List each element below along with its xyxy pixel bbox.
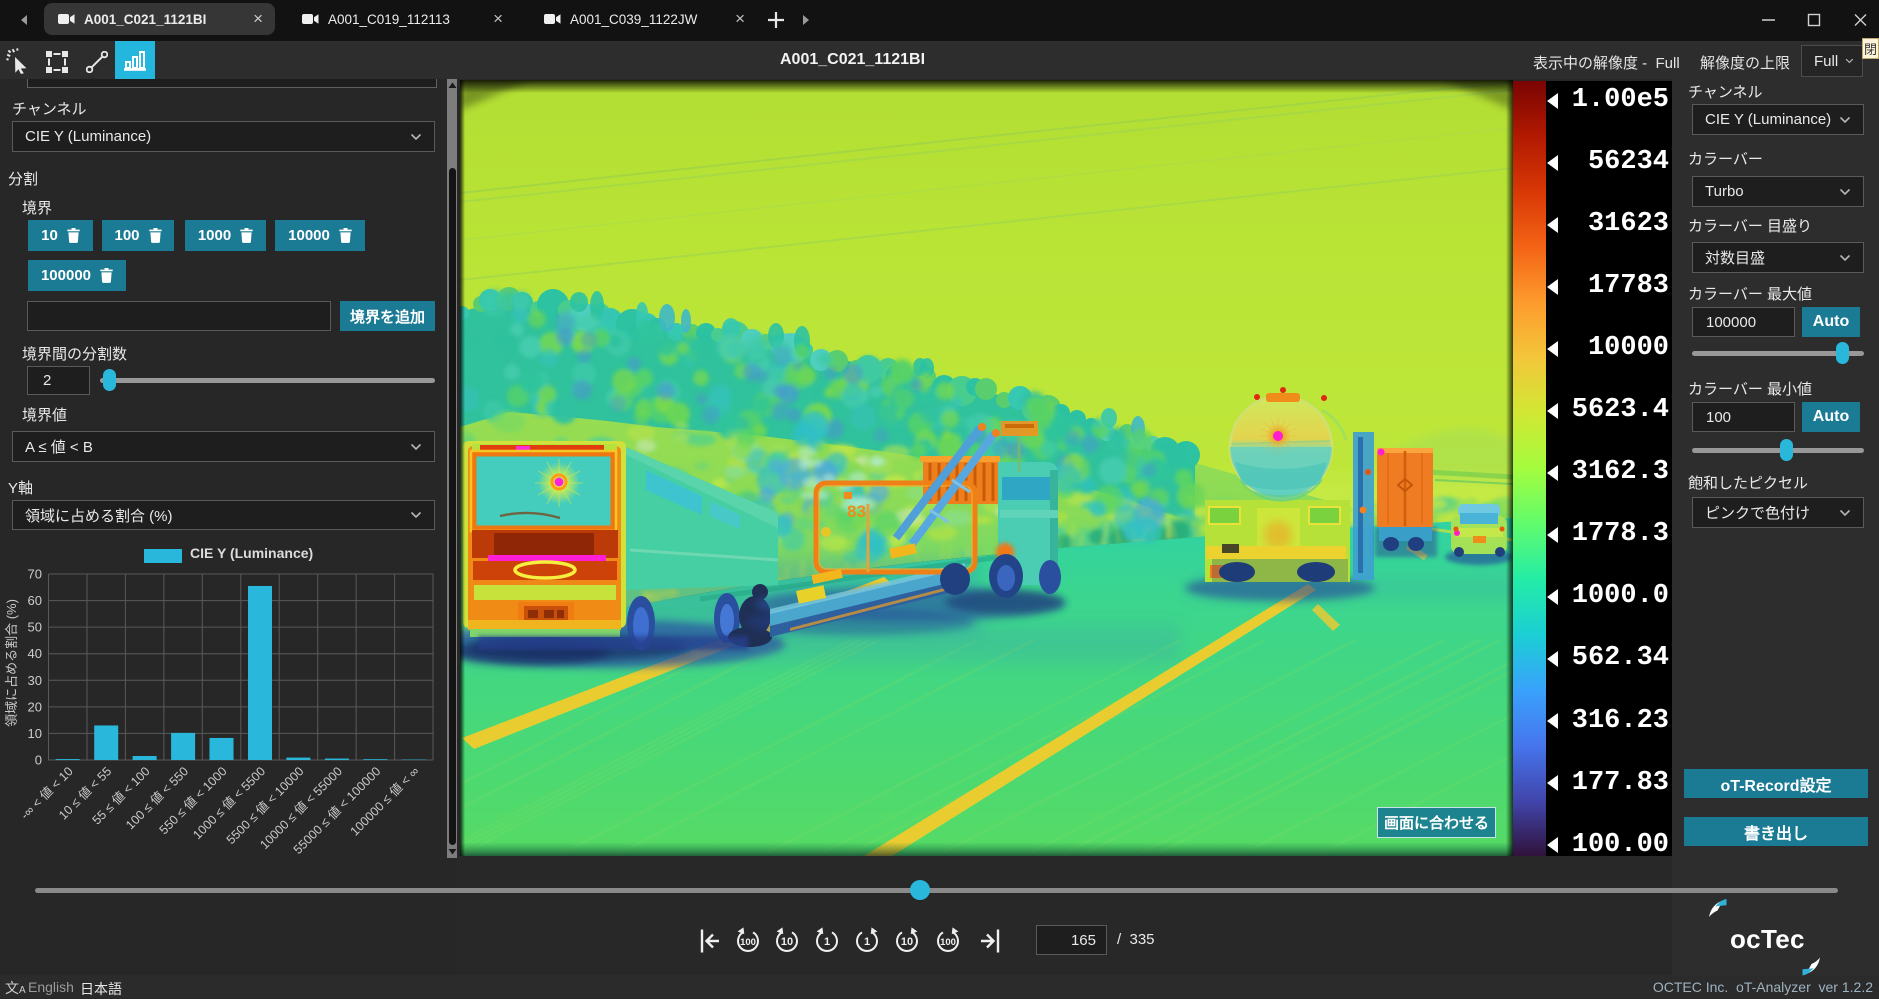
svg-text:10: 10 xyxy=(901,936,913,948)
svg-text:60: 60 xyxy=(28,593,42,608)
svg-text:0: 0 xyxy=(35,753,42,768)
svg-text:100: 100 xyxy=(740,937,756,948)
svg-text:20: 20 xyxy=(28,699,42,714)
svg-text:100000 ≤ 値 < ∞: 100000 ≤ 値 < ∞ xyxy=(347,763,422,838)
svg-text:1000 ≤ 値 < 5500: 1000 ≤ 値 < 5500 xyxy=(190,763,269,842)
svg-text:1: 1 xyxy=(864,936,870,948)
svg-text:領域に占める割合 (%): 領域に占める割合 (%) xyxy=(4,599,19,727)
svg-text:10: 10 xyxy=(781,936,793,948)
svg-text:10: 10 xyxy=(28,726,42,741)
svg-text:ocTec: ocTec xyxy=(1730,924,1805,954)
svg-text:1: 1 xyxy=(824,936,830,948)
svg-text:70: 70 xyxy=(28,567,42,582)
svg-text:83: 83 xyxy=(847,502,866,521)
svg-text:40: 40 xyxy=(28,646,42,661)
svg-text:550 ≤ 値 < 1000: 550 ≤ 値 < 1000 xyxy=(156,763,230,837)
svg-text:50: 50 xyxy=(28,620,42,635)
svg-text:100: 100 xyxy=(940,937,956,948)
svg-text:30: 30 xyxy=(28,673,42,688)
